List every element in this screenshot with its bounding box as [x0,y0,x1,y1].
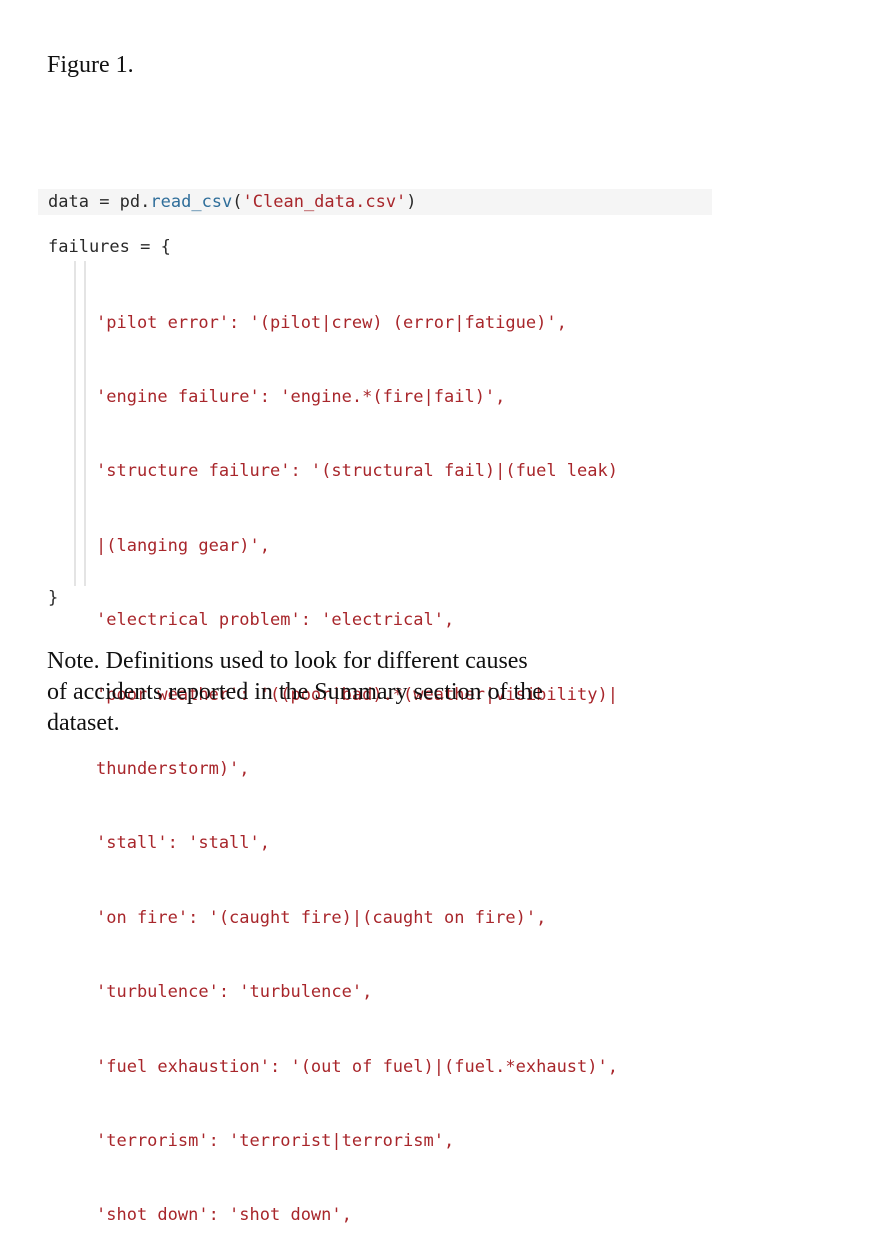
failure-entry: 'on fire': '(caught fire)|(caught on fir… [96,907,547,928]
csv-filename-string: 'Clean_data.csv' [242,192,407,212]
figure-label: Figure 1. [47,52,134,78]
close-paren: ) [406,192,417,212]
read-csv-function: read_csv [150,192,233,212]
indent-guide [84,261,86,586]
failure-entry: 'terrorism': 'terrorist|terrorism', [96,1130,455,1151]
failure-entry: 'turbulence': 'turbulence', [96,982,373,1003]
failure-definitions-list: 'pilot error': '(pilot|crew) (error|fati… [96,261,618,1253]
failure-entry: 'stall': 'stall', [96,833,270,854]
open-paren: ( [232,192,243,212]
assign-operator: = [88,192,120,212]
failure-entry: thunderstorm)', [96,758,250,779]
failure-entry: 'engine failure': 'engine.*(fire|fail)', [96,386,506,407]
read-csv-line: data = pd.read_csv('Clean_data.csv') [48,190,417,215]
figure-note: Note. Definitions used to look for diffe… [47,648,543,736]
module-name: pd. [119,192,151,212]
indent-guide [74,261,76,586]
failure-entry: 'pilot error': '(pilot|crew) (error|fati… [96,312,567,333]
failure-entry: 'electrical problem': 'electrical', [96,610,455,631]
failure-entry: 'shot down': 'shot down', [96,1205,352,1226]
failure-entry: 'structure failure': '(structural fail)|… [96,461,618,482]
data-variable: data [48,192,89,212]
failure-entry: 'fuel exhaustion': '(out of fuel)|(fuel.… [96,1056,618,1077]
failures-dict-open: failures = { [48,237,171,257]
failures-dict-close: } [48,588,59,608]
failure-entry: |(langing gear)', [96,535,270,556]
